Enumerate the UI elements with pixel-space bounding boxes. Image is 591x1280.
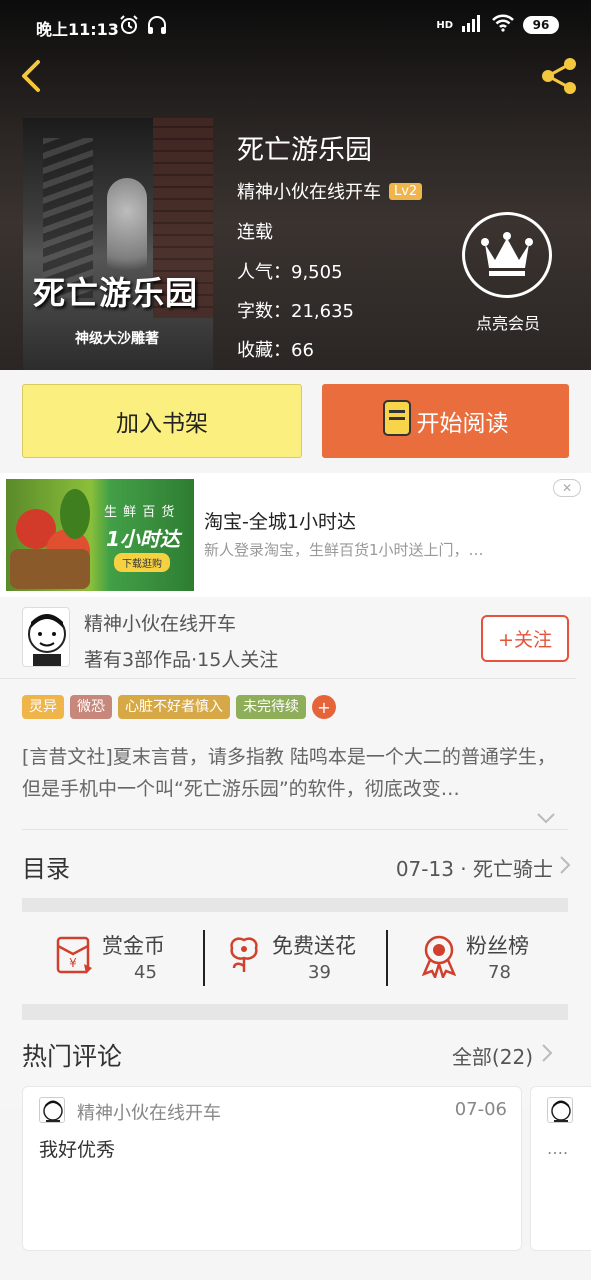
start-reading-button[interactable]: 开始阅读 — [322, 384, 569, 458]
section-separator — [22, 1004, 568, 1020]
all-comments-link[interactable]: 全部(22) — [452, 1041, 533, 1070]
popularity-value: 9,505 — [291, 262, 343, 283]
flower-stat[interactable]: 免费送花 39 — [226, 912, 386, 1004]
crown-icon — [462, 212, 552, 298]
book-header: 晚上11:13 HD 96 死亡游乐园 神级大沙雕著 死亡游乐园 精神小伙在线开… — [0, 0, 591, 370]
divider — [0, 678, 576, 679]
ad-title[interactable]: 淘宝-全城1小时达 — [204, 507, 356, 534]
signal-icon — [461, 14, 483, 36]
headset-icon — [146, 14, 168, 40]
stats-row: ¥ 赏金币 45 免费送花 39 粉丝榜 78 — [22, 912, 568, 1004]
ad-image[interactable]: 生 鲜 百 货 1小时达 下载逛购 — [6, 479, 194, 591]
fans-label: 粉丝榜 — [466, 934, 529, 958]
comment-avatar[interactable] — [547, 1097, 573, 1123]
basket-shape — [10, 549, 90, 589]
level-badge: Lv2 — [389, 182, 423, 200]
chevron-right-icon[interactable] — [559, 855, 571, 879]
words-value: 21,635 — [291, 301, 354, 322]
toc-label[interactable]: 目录 — [22, 849, 70, 884]
ad-download: 下载逛购 — [114, 553, 170, 572]
close-icon[interactable]: ✕ — [553, 479, 581, 497]
svg-text:¥: ¥ — [69, 956, 77, 970]
flower-icon — [226, 934, 262, 980]
fans-value: 78 — [488, 962, 511, 983]
author-name[interactable]: 精神小伙在线开车 — [84, 609, 236, 636]
reward-stat[interactable]: ¥ 赏金币 45 — [54, 912, 204, 1004]
add-tag-button[interactable]: + — [312, 695, 336, 719]
expand-chevron-icon[interactable] — [536, 809, 556, 828]
divider — [22, 829, 568, 830]
ad-tagline: 生 鲜 百 货 — [104, 505, 176, 520]
book-status: 连载 — [237, 222, 273, 243]
book-cover[interactable]: 死亡游乐园 神级大沙雕著 — [23, 118, 213, 370]
favorites-value: 66 — [291, 340, 314, 361]
flower-value: 39 — [308, 962, 331, 983]
wifi-icon — [491, 14, 515, 36]
reward-value: 45 — [134, 962, 157, 983]
tag-list: 灵异 微恐 心脏不好者慎入 未完待续 + — [22, 695, 336, 719]
network-type: HD — [436, 19, 453, 31]
section-separator — [22, 898, 568, 912]
divider — [203, 930, 205, 986]
share-button[interactable] — [537, 56, 581, 96]
book-popularity: 人气：9,505 — [237, 258, 343, 284]
author-row[interactable]: 精神小伙在线开车 Lv2 — [237, 178, 423, 204]
tag[interactable]: 未完待续 — [236, 695, 306, 719]
ad-description: 新人登录淘宝，生鲜百货1小时送上门，… — [204, 541, 484, 559]
favorites-label: 收藏： — [237, 340, 291, 361]
book-favorites: 收藏：66 — [237, 336, 314, 362]
toc-latest-chapter[interactable]: 07-13 · 死亡骑士 — [396, 853, 553, 882]
cover-author: 神级大沙雕著 — [75, 331, 159, 347]
ad-headline: 1小时达 — [106, 527, 180, 551]
book-words: 字数：21,635 — [237, 297, 354, 323]
reward-label: 赏金币 — [102, 934, 165, 958]
ad-banner[interactable]: 生 鲜 百 货 1小时达 下载逛购 淘宝-全城1小时达 新人登录淘宝，生鲜百货1… — [0, 473, 591, 597]
book-author[interactable]: 精神小伙在线开车 — [237, 178, 381, 204]
hot-comments-label: 热门评论 — [22, 1042, 123, 1071]
follow-button[interactable]: +关注 — [481, 615, 569, 662]
details-section: 精神小伙在线开车 著有3部作品·15人关注 +关注 灵异 微恐 心脏不好者慎入 未完待… — [0, 597, 591, 1107]
book-icon — [382, 400, 411, 442]
comment-card[interactable]: 精神小伙在线开车 07-06 我好优秀 — [22, 1086, 522, 1251]
battery-indicator: 96 — [523, 16, 559, 34]
cover-title: 死亡游乐园 — [33, 274, 199, 312]
tag[interactable]: 微恐 — [70, 695, 112, 719]
status-bar: 晚上11:13 HD 96 — [0, 0, 591, 46]
divider — [386, 930, 388, 986]
comment-avatar[interactable] — [39, 1097, 65, 1123]
medal-icon — [420, 934, 458, 982]
fans-stat[interactable]: 粉丝榜 78 — [420, 912, 560, 1004]
back-button[interactable] — [14, 56, 50, 96]
words-label: 字数： — [237, 301, 291, 322]
comment-text: 我好优秀 — [39, 1139, 116, 1161]
add-to-shelf-button[interactable]: 加入书架 — [22, 384, 302, 458]
tag[interactable]: 心脏不好者慎入 — [118, 695, 230, 719]
comment-text: …. — [547, 1139, 569, 1158]
book-title: 死亡游乐园 — [237, 135, 372, 166]
vip-label: 点亮会员 — [475, 314, 540, 333]
chevron-right-icon[interactable] — [541, 1043, 553, 1067]
comment-card[interactable]: …. — [530, 1086, 591, 1251]
lettuce-shape — [60, 489, 90, 539]
start-reading-label: 开始阅读 — [416, 411, 509, 437]
book-description[interactable]: [言昔文社]夏末言昔，请多指教 陆鸣本是一个大二的普通学生，但是手机中一个叫“死… — [22, 741, 570, 805]
tag[interactable]: 灵异 — [22, 695, 64, 719]
comment-author[interactable]: 精神小伙在线开车 — [77, 1099, 221, 1125]
author-avatar[interactable] — [22, 607, 70, 667]
flower-label: 免费送花 — [272, 934, 356, 958]
author-stats: 著有3部作品·15人关注 — [84, 649, 279, 671]
comment-date: 07-06 — [454, 1099, 507, 1120]
action-bar: 加入书架 开始阅读 — [0, 370, 591, 473]
vip-button[interactable]: 点亮会员 — [462, 212, 552, 333]
popularity-label: 人气： — [237, 262, 291, 283]
status-time: 晚上11:13 — [36, 20, 119, 39]
red-envelope-icon: ¥ — [54, 934, 96, 980]
alarm-icon — [118, 14, 140, 40]
